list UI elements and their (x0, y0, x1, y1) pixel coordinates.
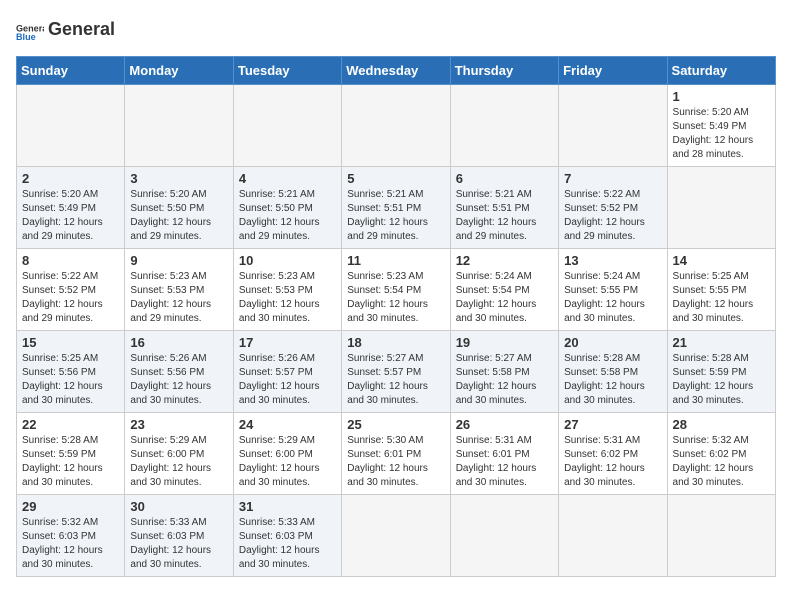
day-cell: 22Sunrise: 5:28 AMSunset: 5:59 PMDayligh… (17, 413, 125, 495)
day-cell: 9Sunrise: 5:23 AMSunset: 5:53 PMDaylight… (125, 249, 233, 331)
day-cell: 4Sunrise: 5:21 AMSunset: 5:50 PMDaylight… (233, 167, 341, 249)
day-cell (450, 495, 558, 577)
col-header-tuesday: Tuesday (233, 57, 341, 85)
day-cell: 6Sunrise: 5:21 AMSunset: 5:51 PMDaylight… (450, 167, 558, 249)
page-header: General Blue General (16, 16, 776, 44)
day-cell: 19Sunrise: 5:27 AMSunset: 5:58 PMDayligh… (450, 331, 558, 413)
col-header-friday: Friday (559, 57, 667, 85)
day-cell: 29Sunrise: 5:32 AMSunset: 6:03 PMDayligh… (17, 495, 125, 577)
day-cell: 13Sunrise: 5:24 AMSunset: 5:55 PMDayligh… (559, 249, 667, 331)
logo: General Blue General (16, 16, 115, 44)
day-cell: 31Sunrise: 5:33 AMSunset: 6:03 PMDayligh… (233, 495, 341, 577)
day-cell: 26Sunrise: 5:31 AMSunset: 6:01 PMDayligh… (450, 413, 558, 495)
day-cell: 20Sunrise: 5:28 AMSunset: 5:58 PMDayligh… (559, 331, 667, 413)
day-cell: 8Sunrise: 5:22 AMSunset: 5:52 PMDaylight… (17, 249, 125, 331)
calendar-week-4: 15Sunrise: 5:25 AMSunset: 5:56 PMDayligh… (17, 331, 776, 413)
col-header-wednesday: Wednesday (342, 57, 450, 85)
calendar-week-2: 2Sunrise: 5:20 AMSunset: 5:49 PMDaylight… (17, 167, 776, 249)
day-cell (667, 495, 775, 577)
empty-cell (559, 85, 667, 167)
empty-cell (450, 85, 558, 167)
empty-cell (17, 85, 125, 167)
col-header-monday: Monday (125, 57, 233, 85)
logo-text: General (48, 20, 115, 40)
day-cell: 21Sunrise: 5:28 AMSunset: 5:59 PMDayligh… (667, 331, 775, 413)
calendar-table: SundayMondayTuesdayWednesdayThursdayFrid… (16, 56, 776, 577)
day-cell: 10Sunrise: 5:23 AMSunset: 5:53 PMDayligh… (233, 249, 341, 331)
day-cell: 18Sunrise: 5:27 AMSunset: 5:57 PMDayligh… (342, 331, 450, 413)
day-cell: 25Sunrise: 5:30 AMSunset: 6:01 PMDayligh… (342, 413, 450, 495)
day-cell: 23Sunrise: 5:29 AMSunset: 6:00 PMDayligh… (125, 413, 233, 495)
day-cell: 17Sunrise: 5:26 AMSunset: 5:57 PMDayligh… (233, 331, 341, 413)
calendar-week-5: 22Sunrise: 5:28 AMSunset: 5:59 PMDayligh… (17, 413, 776, 495)
day-cell: 27Sunrise: 5:31 AMSunset: 6:02 PMDayligh… (559, 413, 667, 495)
day-cell (559, 495, 667, 577)
day-cell: 28Sunrise: 5:32 AMSunset: 6:02 PMDayligh… (667, 413, 775, 495)
day-cell: 11Sunrise: 5:23 AMSunset: 5:54 PMDayligh… (342, 249, 450, 331)
logo-icon: General Blue (16, 16, 44, 44)
day-cell (667, 167, 775, 249)
calendar-week-6: 29Sunrise: 5:32 AMSunset: 6:03 PMDayligh… (17, 495, 776, 577)
day-cell: 30Sunrise: 5:33 AMSunset: 6:03 PMDayligh… (125, 495, 233, 577)
day-cell (342, 495, 450, 577)
day-cell: 5Sunrise: 5:21 AMSunset: 5:51 PMDaylight… (342, 167, 450, 249)
svg-text:Blue: Blue (16, 32, 36, 42)
col-header-thursday: Thursday (450, 57, 558, 85)
day-cell: 2Sunrise: 5:20 AMSunset: 5:49 PMDaylight… (17, 167, 125, 249)
empty-cell (342, 85, 450, 167)
day-cell: 16Sunrise: 5:26 AMSunset: 5:56 PMDayligh… (125, 331, 233, 413)
col-header-sunday: Sunday (17, 57, 125, 85)
empty-cell (125, 85, 233, 167)
day-cell: 24Sunrise: 5:29 AMSunset: 6:00 PMDayligh… (233, 413, 341, 495)
day-cell: 3Sunrise: 5:20 AMSunset: 5:50 PMDaylight… (125, 167, 233, 249)
day-cell: 15Sunrise: 5:25 AMSunset: 5:56 PMDayligh… (17, 331, 125, 413)
calendar-week-3: 8Sunrise: 5:22 AMSunset: 5:52 PMDaylight… (17, 249, 776, 331)
day-cell: 7Sunrise: 5:22 AMSunset: 5:52 PMDaylight… (559, 167, 667, 249)
day-cell: 14Sunrise: 5:25 AMSunset: 5:55 PMDayligh… (667, 249, 775, 331)
col-header-saturday: Saturday (667, 57, 775, 85)
calendar-week-1: 1Sunrise: 5:20 AMSunset: 5:49 PMDaylight… (17, 85, 776, 167)
day-cell: 12Sunrise: 5:24 AMSunset: 5:54 PMDayligh… (450, 249, 558, 331)
day-cell: 1Sunrise: 5:20 AMSunset: 5:49 PMDaylight… (667, 85, 775, 167)
empty-cell (233, 85, 341, 167)
